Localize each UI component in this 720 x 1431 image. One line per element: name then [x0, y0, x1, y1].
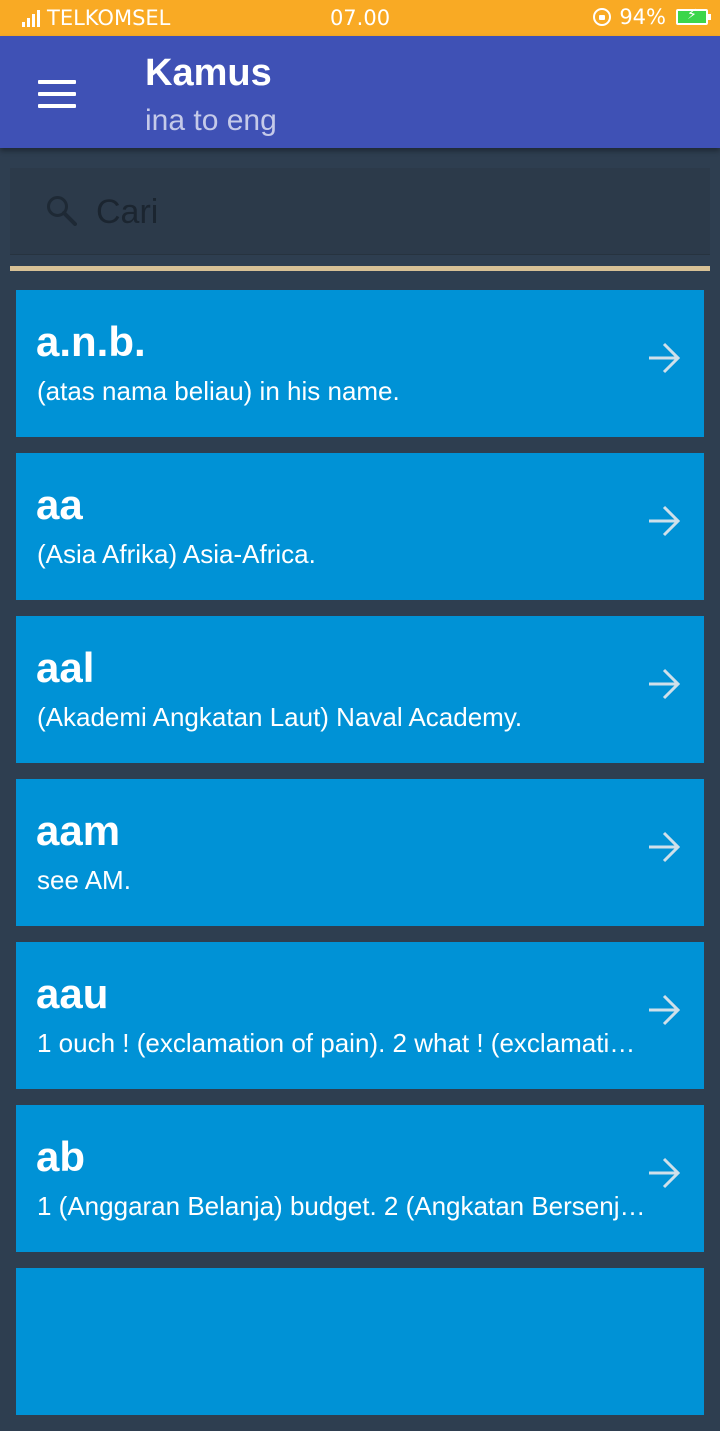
app-bar: Kamus ina to eng — [0, 36, 720, 148]
entry-definition: see AM. — [37, 865, 131, 895]
entry-word: aal — [36, 644, 95, 691]
app-subtitle: ina to eng — [145, 104, 277, 137]
list-item[interactable]: aal (Akademi Angkatan Laut) Naval Academ… — [16, 616, 704, 763]
list-item[interactable]: aam see AM. — [16, 779, 704, 926]
rotation-lock-icon — [593, 8, 612, 26]
arrow-right-icon[interactable] — [646, 992, 682, 1028]
entry-list: a.n.b. (atas nama beliau) in his name. a… — [16, 290, 704, 1431]
entry-definition: 1 (Anggaran Belanja) budget. 2 (Angkatan… — [37, 1191, 646, 1221]
entry-definition: (Akademi Angkatan Laut) Naval Academy. — [37, 702, 523, 732]
battery-charging-icon: ⚡ — [676, 7, 711, 25]
list-item[interactable]: a.n.b. (atas nama beliau) in his name. — [16, 290, 704, 437]
arrow-right-icon[interactable] — [646, 503, 682, 539]
battery-percent: 94% — [619, 5, 666, 29]
entry-definition: (atas nama beliau) in his name. — [37, 376, 400, 406]
entry-word: aam — [36, 807, 121, 854]
app-title: Kamus — [145, 52, 272, 94]
menu-icon[interactable] — [38, 80, 76, 108]
entry-definition: 1 ouch ! (exclamation of pain). 2 what !… — [37, 1028, 636, 1058]
list-item-partial[interactable] — [16, 1268, 704, 1415]
arrow-right-icon[interactable] — [646, 666, 682, 702]
entry-word: ab — [36, 1133, 86, 1180]
arrow-right-icon[interactable] — [646, 829, 682, 865]
entry-definition: (Asia Afrika) Asia-Africa. — [37, 539, 316, 569]
search-divider — [10, 266, 710, 271]
arrow-right-icon[interactable] — [646, 1155, 682, 1191]
entry-word: a.n.b. — [36, 318, 146, 365]
list-item[interactable]: ab 1 (Anggaran Belanja) budget. 2 (Angka… — [16, 1105, 704, 1252]
search-input[interactable] — [94, 188, 678, 236]
search-bar[interactable] — [10, 168, 710, 255]
list-item[interactable]: aau 1 ouch ! (exclamation of pain). 2 wh… — [16, 942, 704, 1089]
entry-word: aa — [36, 481, 83, 528]
entry-word: aau — [36, 970, 109, 1017]
status-bar: TELKOMSEL 07.00 94% ⚡ — [0, 0, 720, 36]
status-right: 94% ⚡ — [593, 5, 711, 29]
arrow-right-icon[interactable] — [646, 340, 682, 376]
search-icon — [47, 196, 77, 226]
list-item[interactable]: aa (Asia Afrika) Asia-Africa. — [16, 453, 704, 600]
